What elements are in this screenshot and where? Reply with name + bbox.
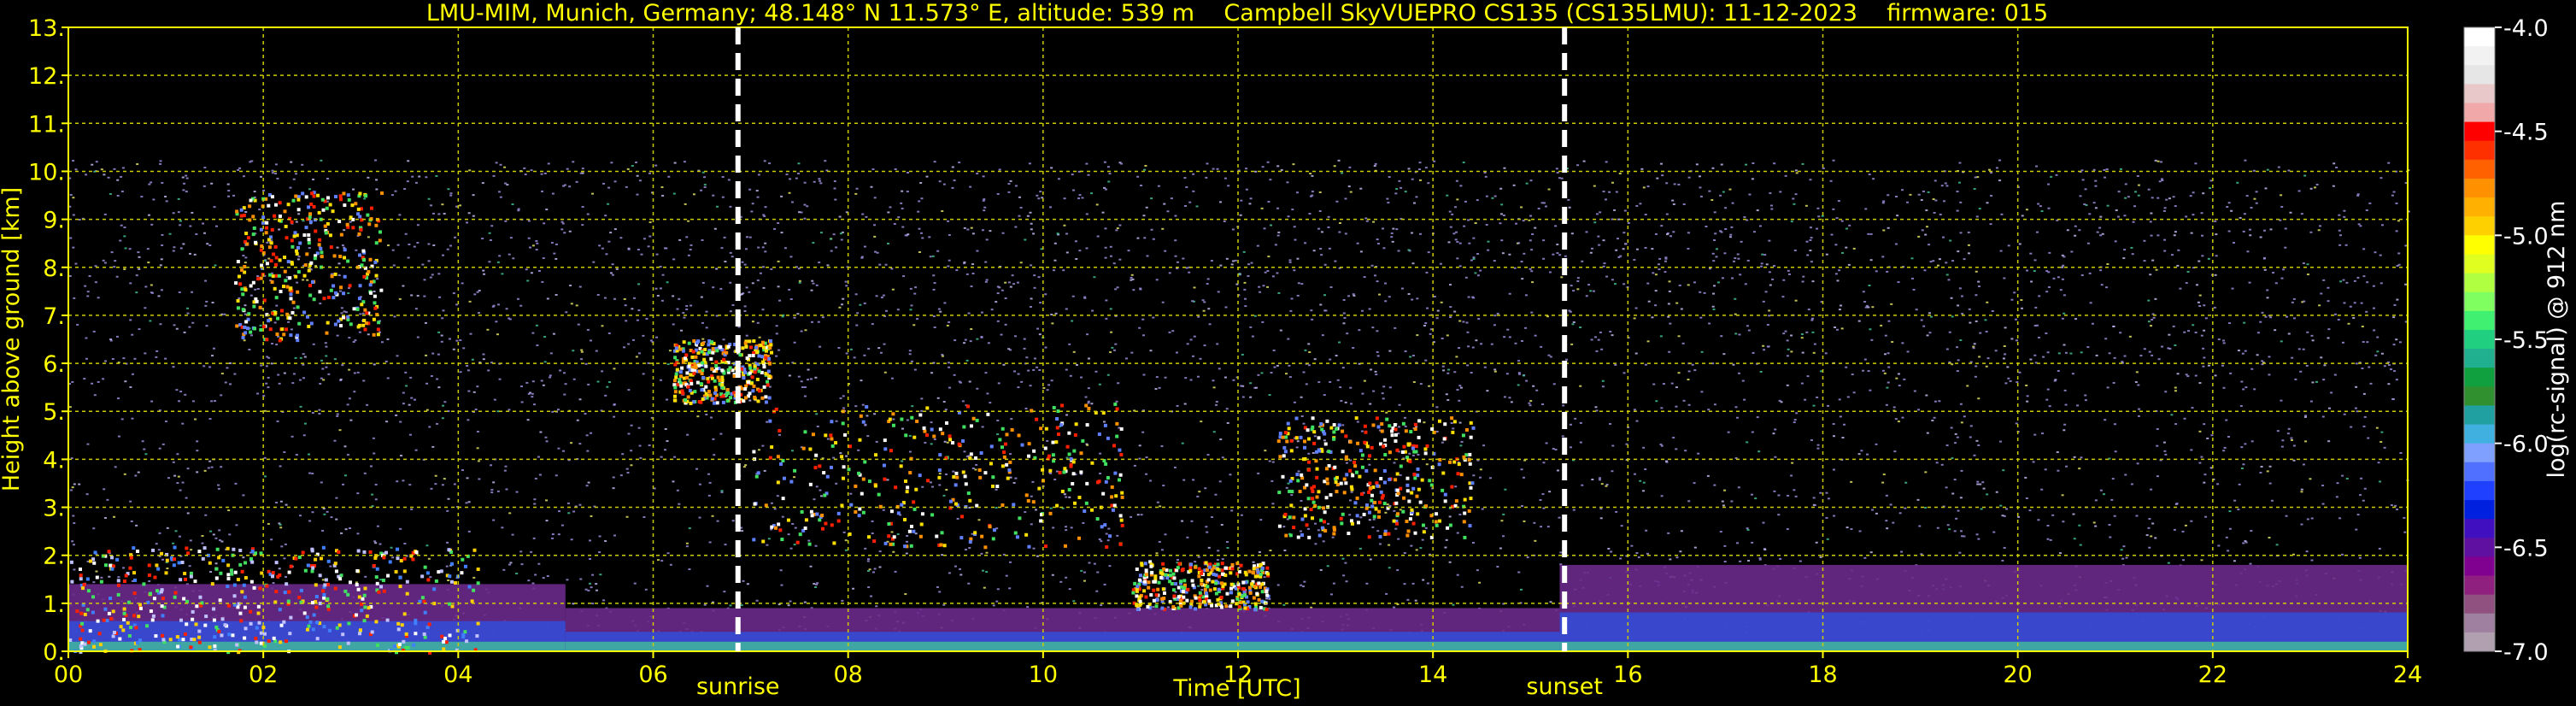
y-tick-label: 6.: [43, 351, 65, 378]
colorbar-tick-label: -4.5: [2503, 120, 2549, 146]
boundary-layer-region: [565, 608, 1560, 651]
y-tick-label: 9.: [43, 208, 65, 234]
boundary-layer-region: [68, 584, 566, 651]
colorbar-swatch: [2464, 443, 2495, 463]
colorbar-swatch: [2464, 632, 2495, 652]
colorbar-tick-label: -6.5: [2503, 535, 2549, 562]
colorbar-swatch: [2464, 594, 2495, 615]
colorbar-swatch: [2464, 103, 2495, 123]
colorbar-tick-label: -4.0: [2503, 15, 2549, 42]
x-tick-label: 06: [638, 662, 667, 688]
colorbar-swatch: [2464, 386, 2495, 406]
y-tick-label: 4.: [43, 447, 65, 474]
colorbar-swatch: [2464, 159, 2495, 179]
colorbar-swatch: [2464, 27, 2495, 47]
y-tick-label: 10.: [28, 159, 65, 185]
colorbar-tick-label: -7.0: [2503, 639, 2549, 666]
colorbar-swatch: [2464, 235, 2495, 255]
y-tick-label: 13.: [28, 15, 65, 42]
x-tick-label: 22: [2198, 662, 2227, 688]
x-tick-label: 24: [2393, 662, 2422, 688]
colorbar-swatch: [2464, 310, 2495, 331]
colorbar-swatch: [2464, 575, 2495, 596]
x-tick-label: 20: [2003, 662, 2032, 688]
colorbar-swatch: [2464, 424, 2495, 444]
colorbar-swatch: [2464, 538, 2495, 557]
x-tick-label: 02: [249, 662, 278, 688]
x-tick-label: 00: [54, 662, 83, 688]
x-tick-label: 14: [1418, 662, 1447, 688]
chart-title: LMU-MIM, Munich, Germany; 48.148° N 11.5…: [426, 0, 2048, 26]
colorbar-swatch: [2464, 121, 2495, 142]
sunrise-label: sunrise: [696, 674, 780, 700]
x-tick-label: 10: [1029, 662, 1058, 688]
colorbar-swatch: [2464, 65, 2495, 85]
colorbar-swatch: [2464, 178, 2495, 198]
y-tick-label: 8.: [43, 256, 65, 282]
y-tick-label: 5.: [43, 399, 65, 426]
colorbar-swatch: [2464, 368, 2495, 387]
colorbar-swatch: [2464, 519, 2495, 538]
x-tick-label: 08: [833, 662, 862, 688]
sunset-label: sunset: [1526, 674, 1603, 700]
colorbar-tick-label: -6.0: [2503, 432, 2549, 458]
x-tick-label: 16: [1613, 662, 1642, 688]
x-tick-label: 18: [1808, 662, 1837, 688]
ceilometer-figure: LMU-MIM, Munich, Germany; 48.148° N 11.5…: [0, 0, 2570, 702]
colorbar-swatch: [2464, 140, 2495, 161]
boundary-layer-region: [1559, 564, 2408, 651]
colorbar-tick-label: -5.0: [2503, 223, 2549, 250]
y-tick-label: 3.: [43, 496, 65, 522]
colorbar-swatch: [2464, 84, 2495, 103]
colorbar-tick-label: -5.5: [2503, 327, 2549, 354]
colorbar-label: log(rc-signal) @ 912 nm: [2544, 201, 2570, 479]
colorbar-swatch: [2464, 291, 2495, 312]
colorbar-swatch: [2464, 556, 2495, 577]
y-tick-label: 7.: [43, 303, 65, 330]
y-ticks: 0.1.2.3.4.5.6.7.8.9.10.11.12.13.: [28, 15, 68, 666]
y-tick-label: 2.: [43, 544, 65, 570]
colorbar-swatch: [2464, 197, 2495, 217]
plot-area: [68, 27, 2408, 651]
colorbar-swatch: [2464, 349, 2495, 368]
colorbar-swatch: [2464, 405, 2495, 426]
colorbar-swatch: [2464, 254, 2495, 274]
colorbar-swatch: [2464, 480, 2495, 501]
colorbar-swatch: [2464, 329, 2495, 350]
y-tick-label: 11.: [28, 111, 65, 138]
colorbar-swatch: [2464, 500, 2495, 520]
colorbar-swatch: [2464, 462, 2495, 482]
x-tick-label: 04: [443, 662, 472, 688]
colorbar-swatch: [2464, 273, 2495, 293]
y-tick-label: 1.: [43, 591, 65, 618]
colorbar-swatch: [2464, 46, 2495, 66]
colorbar: -4.0 -4.5 -5.0 -5.5 -6.0 -6.5 -7.0: [2463, 15, 2549, 666]
x-axis-label: Time [UTC]: [1172, 675, 1300, 702]
colorbar-swatch: [2464, 613, 2495, 633]
y-axis-label: Height above ground [km]: [0, 187, 25, 491]
y-tick-label: 12.: [28, 63, 65, 90]
colorbar-swatch: [2464, 216, 2495, 236]
